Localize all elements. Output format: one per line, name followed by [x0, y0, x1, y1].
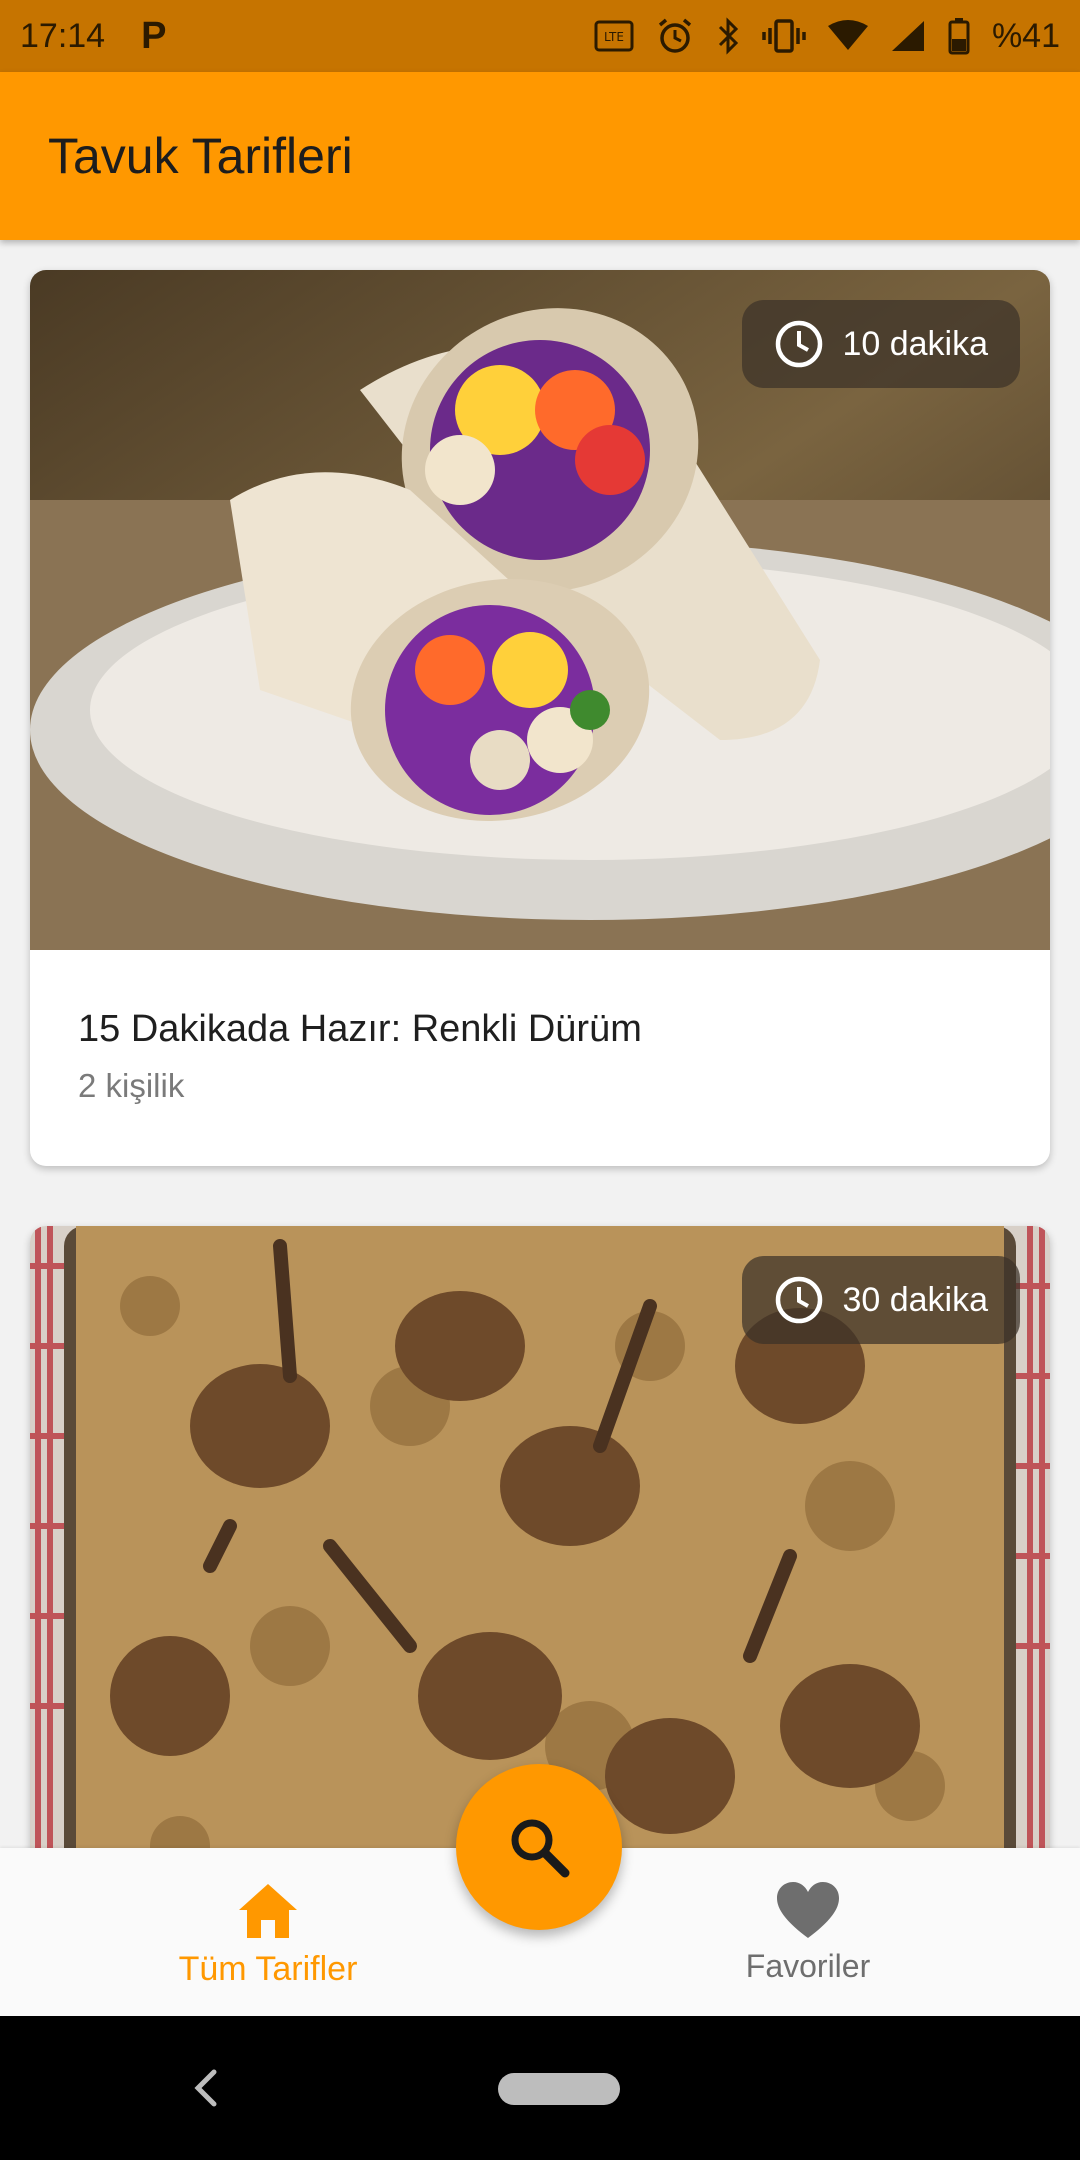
app-bar: Tavuk Tarifleri: [0, 72, 1080, 240]
search-icon: [511, 1819, 570, 1878]
home-icon: [239, 1884, 297, 1938]
signal-icon: [891, 21, 924, 51]
system-navigation-bar: [0, 2016, 1080, 2160]
bluetooth-icon: [718, 17, 739, 55]
nav-label-all-recipes: Tüm Tarifler: [178, 1950, 358, 1988]
nav-tab-all-recipes[interactable]: Tüm Tarifler: [118, 1848, 418, 2016]
recipe-card[interactable]: 30 dakika: [30, 1226, 1050, 1848]
volte-icon: LTE: [594, 20, 634, 52]
recipe-info: 15 Dakikada Hazır: Renkli Dürüm 2 kişili…: [78, 1008, 642, 1105]
vibrate-icon: [762, 19, 806, 53]
clock-icon: [776, 320, 823, 368]
duration-text: 30 dakika: [842, 1280, 988, 1319]
status-icons: LTE %41: [594, 17, 1060, 56]
recipe-servings: 2 kişilik: [78, 1067, 185, 1104]
duration-badge: 30 dakika: [742, 1256, 1020, 1344]
clock-icon: [776, 1276, 823, 1324]
recipe-list[interactable]: 10 dakika 15 Dakikada Hazır: Renkli Dürü…: [0, 240, 1080, 1848]
recipe-title: 15 Dakikada Hazır: Renkli Dürüm: [78, 1008, 642, 1050]
duration-text: 10 dakika: [842, 324, 988, 363]
recipe-card[interactable]: 10 dakika 15 Dakikada Hazır: Renkli Dürü…: [30, 270, 1050, 1166]
search-fab-button[interactable]: [456, 1764, 622, 1930]
home-pill-icon[interactable]: [498, 2073, 620, 2105]
status-bar: 17:14 P LTE %41: [0, 0, 1080, 72]
nav-label-favorites: Favoriler: [745, 1948, 871, 1984]
svg-text:LTE: LTE: [604, 30, 624, 44]
duration-badge: 10 dakika: [742, 300, 1020, 388]
battery-icon: [948, 18, 970, 55]
parking-p-icon: P: [141, 14, 167, 57]
status-time: 17:14: [20, 16, 106, 55]
alarm-icon: [658, 18, 692, 53]
heart-icon: [777, 1882, 839, 1938]
back-chevron-icon[interactable]: [190, 2058, 220, 2118]
page-title: Tavuk Tarifleri: [48, 128, 353, 184]
nav-tab-favorites[interactable]: Favoriler: [658, 1848, 958, 2016]
battery-percent: %41: [991, 16, 1060, 55]
wifi-icon: [827, 20, 868, 50]
